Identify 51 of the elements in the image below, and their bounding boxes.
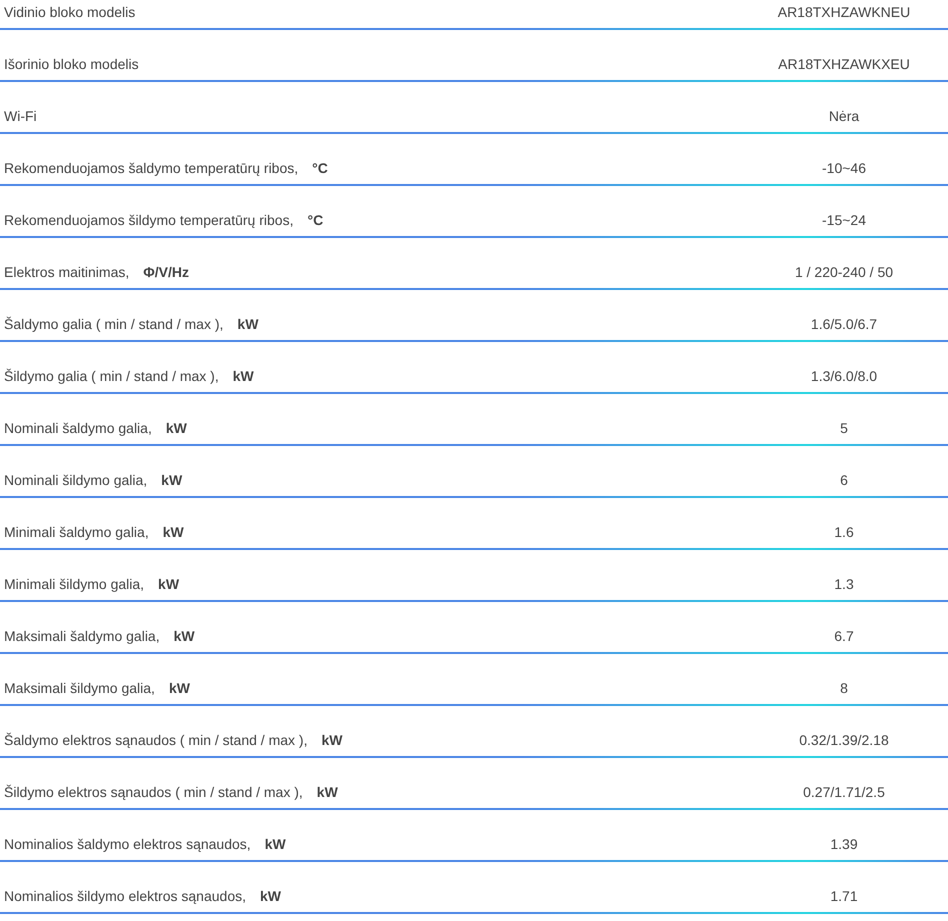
spec-label: Vidinio bloko modelis (4, 2, 136, 22)
spec-value: AR18TXHZAWKNEU (778, 2, 910, 22)
unit-label: °C (312, 158, 328, 178)
spec-value: 1.6/5.0/6.7 (810, 314, 878, 334)
spec-label: Maksimali šaldymo galia, (4, 626, 160, 646)
spec-label: Minimali šildymo galia, (4, 574, 144, 594)
unit-label: kW (168, 678, 190, 698)
unit-label: kW (161, 470, 182, 490)
spec-value: -10~46 (822, 158, 866, 178)
unit-label: kW (260, 886, 281, 906)
spec-value: 0.32/1.39/2.18 (799, 730, 889, 750)
spec-value: 1.6 (834, 522, 854, 542)
spec-value: 1.71 (830, 886, 858, 906)
spec-label: Nominalios šildymo elektros sąnaudos, (4, 886, 246, 906)
unit-label: kW (158, 574, 180, 594)
spec-label: Nominalios šaldymo elektros sąnaudos, (4, 834, 251, 854)
unit-label: kW (237, 314, 258, 334)
unit-label: kW (321, 730, 342, 750)
unit-label: kW (264, 834, 286, 854)
spec-value: AR18TXHZAWKXEU (778, 54, 910, 74)
spec-label: Nominali šildymo galia, (4, 470, 148, 490)
spec-label: Šaldymo galia ( min / stand / max ), (4, 314, 224, 334)
spec-label: Išorinio bloko modelis (4, 54, 139, 74)
spec-value: 6 (840, 470, 848, 490)
spec-label: Šaldymo elektros sąnaudos ( min / stand / max ), (4, 730, 308, 750)
spec-value: 1 / 220-240 / 50 (794, 262, 894, 282)
spec-value: 8 (840, 678, 848, 698)
spec-value: Nėra (828, 106, 860, 126)
spec-value: 6.7 (834, 626, 854, 646)
spec-label: Minimali šaldymo galia, (4, 522, 149, 542)
spec-value: 5 (840, 418, 848, 438)
unit-label: °C (307, 210, 324, 230)
spec-label: Šildymo galia ( min / stand / max ), (4, 366, 219, 386)
spec-label: Rekomenduojamos šaldymo temperatūrų ribos, (4, 158, 298, 178)
unit-label: kW (174, 626, 195, 646)
spec-label: Nominali šaldymo galia, (4, 418, 152, 438)
unit-label: kW (162, 522, 184, 542)
spec-value: 1.3 (834, 574, 854, 594)
unit-label: kW (316, 782, 338, 802)
spec-value: 1.3/6.0/8.0 (810, 366, 878, 386)
spec-value: 1.39 (830, 834, 858, 854)
spec-label: Elektros maitinimas, (4, 262, 130, 282)
spec-label: Šildymo elektros sąnaudos ( min / stand / max ), (4, 782, 303, 802)
spec-label: Wi-Fi (4, 106, 37, 126)
spec-label: Maksimali šildymo galia, (4, 678, 155, 698)
unit-label: kW (166, 418, 187, 438)
spec-label: Rekomenduojamos šildymo temperatūrų ribos, (4, 210, 294, 230)
spec-value: 0.27/1.71/2.5 (803, 782, 885, 802)
unit-label: kW (232, 366, 254, 386)
spec-value: -15~24 (822, 210, 866, 230)
unit-label: Φ/V/Hz (143, 262, 189, 282)
